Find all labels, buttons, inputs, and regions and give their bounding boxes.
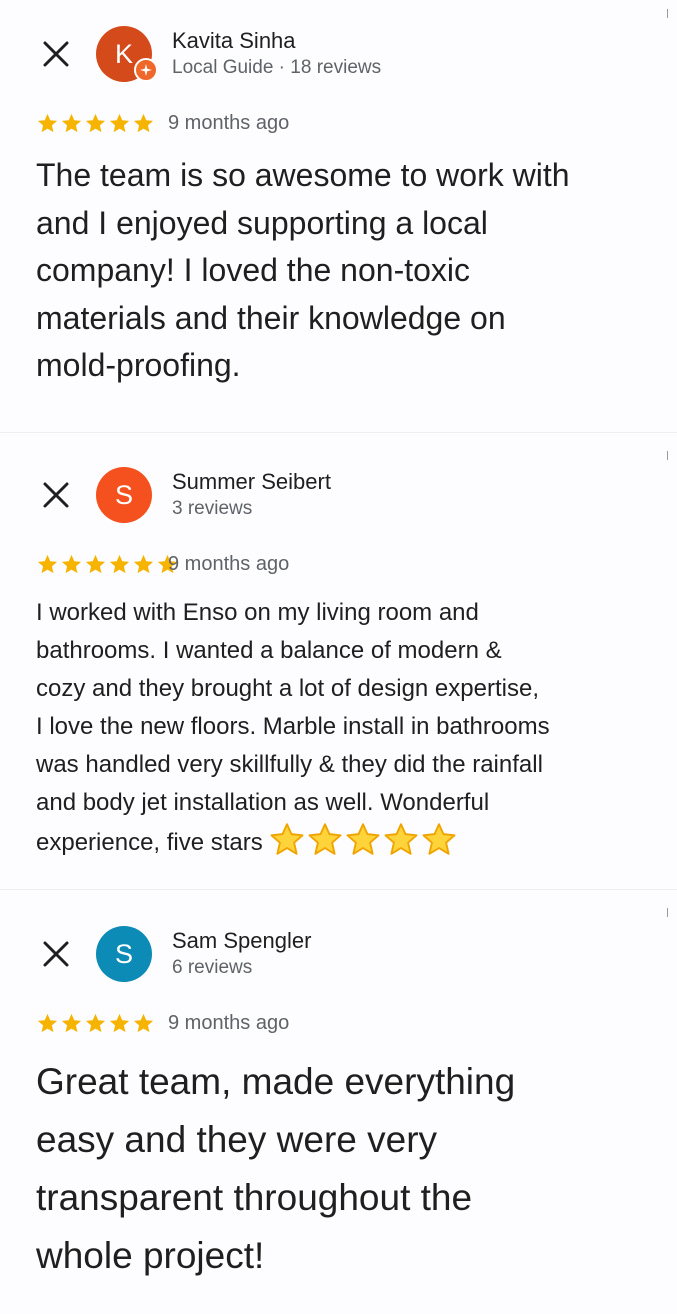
emoji-star-icon: [346, 823, 380, 855]
star-icon: [37, 554, 58, 574]
close-icon[interactable]: [40, 938, 72, 970]
star-icon: [85, 1013, 106, 1033]
emoji-star-icon: [270, 823, 304, 855]
review-text: The team is so awesome to work with and …: [36, 157, 570, 383]
star-icon: [61, 554, 82, 574]
emoji-star-icon: [422, 823, 456, 855]
review-card: S Summer Seibert 3 reviews 9 months ago …: [0, 432, 677, 888]
avatar[interactable]: S: [96, 467, 152, 523]
star-icon: [133, 554, 154, 574]
star-icon: [61, 113, 82, 133]
star-icon: [37, 1013, 58, 1033]
star-icon: [37, 113, 58, 133]
emoji-star-icon: [384, 823, 418, 855]
rating-stars: [36, 553, 179, 577]
review-text-body: I worked with Enso on my living room and…: [36, 599, 550, 856]
review-text: I worked with Enso on my living room and…: [36, 594, 656, 862]
close-icon[interactable]: [40, 479, 72, 511]
star-icon: [85, 554, 106, 574]
divider-tick: [667, 9, 668, 18]
local-guide-badge-icon: [134, 58, 158, 82]
star-icon: [109, 1013, 130, 1033]
rating-stars: [36, 1012, 155, 1036]
star-icon: [133, 113, 154, 133]
close-icon[interactable]: [40, 38, 72, 70]
author-name[interactable]: Summer Seibert: [172, 469, 331, 495]
review-time: 9 months ago: [168, 553, 290, 575]
review-time: 9 months ago: [168, 1012, 290, 1034]
avatar-initial: K: [114, 39, 133, 69]
star-icon: [85, 113, 106, 133]
divider-tick: [667, 451, 668, 460]
review-card: K Kavita Sinha Local Guide · 18 reviews …: [0, 0, 677, 416]
star-icon: [109, 113, 130, 133]
star-icon: [133, 1013, 154, 1033]
star-icon: [61, 1013, 82, 1033]
review-time: 9 months ago: [168, 112, 290, 134]
star-icon: [109, 554, 130, 574]
emoji-stars: ⭐⭐⭐⭐⭐: [269, 822, 457, 856]
author-meta: 6 reviews: [172, 957, 253, 978]
rating-stars: [36, 112, 155, 136]
divider-tick: [667, 908, 668, 917]
author-meta: 3 reviews: [172, 498, 253, 519]
avatar-initial: S: [114, 480, 133, 510]
author-name[interactable]: Kavita Sinha: [172, 28, 296, 54]
emoji-star-icon: [308, 823, 342, 855]
avatar-initial: S: [114, 939, 133, 969]
author-meta: Local Guide · 18 reviews: [172, 57, 382, 78]
review-card: S Sam Spengler 6 reviews 9 months ago Gr…: [0, 889, 677, 1314]
review-text: Great team, made everything easy and the…: [36, 1061, 516, 1276]
avatar[interactable]: S: [96, 926, 152, 982]
author-name[interactable]: Sam Spengler: [172, 928, 311, 954]
